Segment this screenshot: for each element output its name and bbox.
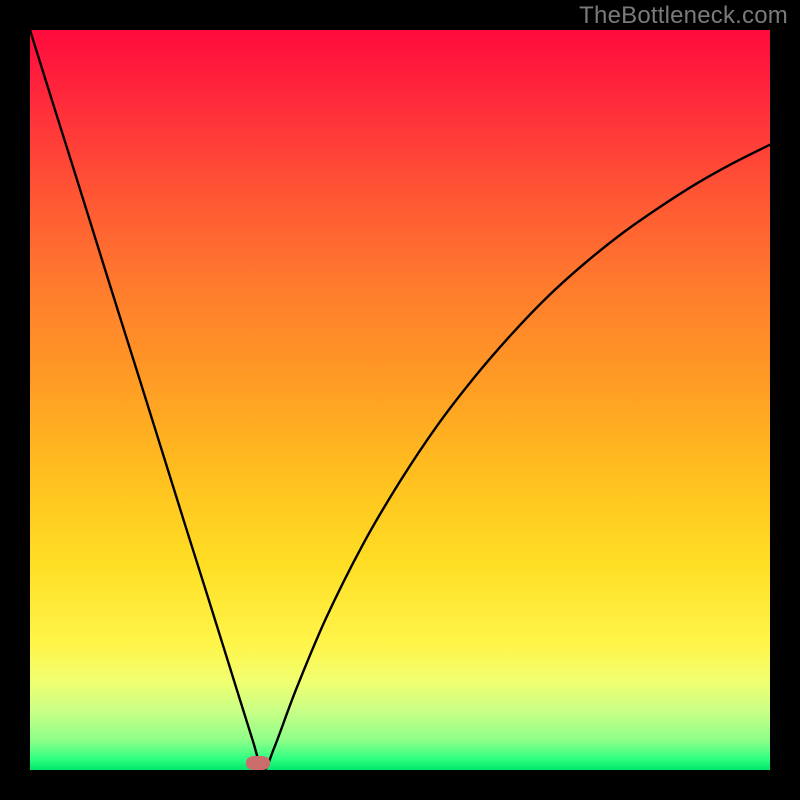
bottleneck-curve	[30, 30, 770, 770]
plot-area	[30, 30, 770, 770]
chart-frame: TheBottleneck.com	[0, 0, 800, 800]
minimum-marker	[246, 756, 270, 770]
watermark-text: TheBottleneck.com	[579, 2, 788, 30]
